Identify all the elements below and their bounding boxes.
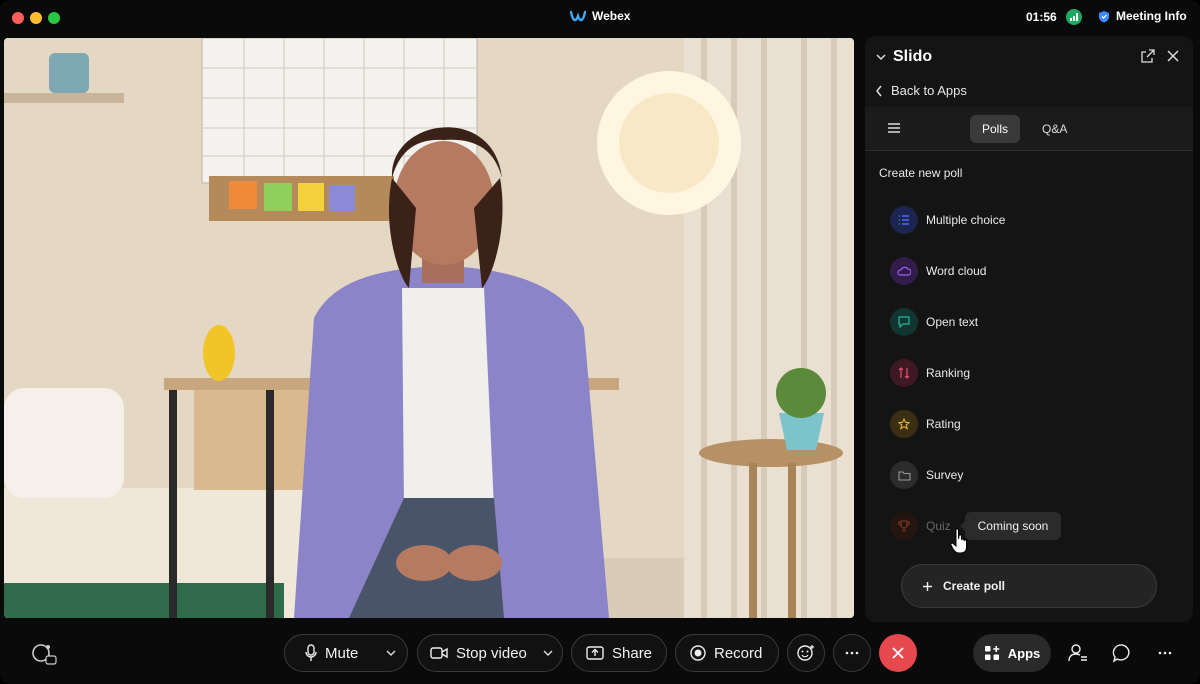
hand-cursor-icon <box>950 528 967 554</box>
participants-icon[interactable] <box>1068 643 1088 663</box>
status-icon[interactable] <box>30 642 58 671</box>
close-icon <box>892 647 904 659</box>
close-icon[interactable] <box>1166 49 1180 63</box>
record-label: Record <box>714 644 763 662</box>
mute-label: Mute <box>325 644 359 662</box>
share-button[interactable]: Share <box>571 634 667 672</box>
chat-icon <box>890 308 918 336</box>
poll-type-ranking[interactable]: Ranking <box>890 356 1170 390</box>
poll-type-rating[interactable]: Rating <box>890 407 1170 441</box>
webex-window: Webex 01:56 Meeting Info Slido Back to A… <box>0 0 1200 684</box>
apps-label: Apps <box>1007 645 1041 661</box>
minimize-window-button[interactable] <box>30 12 42 24</box>
poll-type-survey[interactable]: Survey <box>890 458 1170 492</box>
back-to-apps-label: Back to Apps <box>891 83 967 98</box>
poll-type-label: Survey <box>926 468 964 482</box>
poll-type-label: Ranking <box>926 366 971 380</box>
video-options-chevron-icon[interactable] <box>542 649 554 657</box>
share-screen-icon <box>586 646 604 660</box>
more-options-button[interactable] <box>833 634 871 672</box>
video-button-group: Stop video <box>417 634 563 672</box>
mute-button-group: Mute <box>284 634 408 672</box>
create-poll-heading: Create new poll <box>879 166 963 180</box>
stop-video-label: Stop video <box>456 644 527 662</box>
microphone-icon <box>305 644 317 661</box>
poll-type-label: Rating <box>926 417 961 431</box>
coming-soon-tooltip: Coming soon <box>960 512 1061 540</box>
video-camera-icon <box>430 647 448 659</box>
tab-qa[interactable]: Q&A <box>1030 115 1079 143</box>
stop-video-button[interactable]: Stop video <box>418 645 540 662</box>
maximize-window-button[interactable] <box>48 12 60 24</box>
tab-polls[interactable]: Polls <box>970 115 1021 143</box>
poll-type-multiple-choice[interactable]: Multiple choice <box>890 203 1170 237</box>
poll-type-open-text[interactable]: Open text <box>890 305 1170 339</box>
meeting-info-label: Meeting Info <box>1116 9 1187 23</box>
create-poll-button[interactable]: Create poll <box>901 564 1157 608</box>
trophy-icon <box>890 512 918 540</box>
poll-type-label: Open text <box>926 315 979 329</box>
webex-logo-icon <box>570 10 586 22</box>
mute-button[interactable]: Mute <box>285 644 381 662</box>
network-signal-icon[interactable] <box>1066 9 1082 25</box>
apps-grid-icon <box>984 646 999 660</box>
meeting-controls: Mute Stop video Share Record Apps <box>0 622 1200 684</box>
end-call-button[interactable] <box>879 634 917 672</box>
list-icon <box>890 206 918 234</box>
slido-tabs-bar: Polls Q&A <box>865 107 1193 151</box>
apps-button[interactable]: Apps <box>973 634 1051 672</box>
cloud-icon <box>890 257 918 285</box>
poll-type-label: Word cloud <box>926 264 987 278</box>
create-poll-label: Create poll <box>943 579 1006 593</box>
star-icon <box>890 410 918 438</box>
meeting-info-button[interactable]: Meeting Info <box>1098 9 1187 23</box>
app-title-text: Webex <box>592 9 631 23</box>
sort-icon <box>890 359 918 387</box>
chevron-down-icon[interactable] <box>875 52 887 62</box>
emoji-reaction-icon <box>797 645 814 661</box>
menu-icon[interactable] <box>887 122 901 134</box>
app-title: Webex <box>570 9 630 23</box>
slido-header: Slido Back to Apps <box>865 36 1193 106</box>
close-window-button[interactable] <box>12 12 24 24</box>
shield-icon <box>1099 10 1109 22</box>
folder-icon <box>890 461 918 489</box>
share-label: Share <box>612 644 653 662</box>
record-button[interactable]: Record <box>675 634 779 672</box>
chat-icon[interactable] <box>1112 643 1132 663</box>
participant-video <box>4 38 854 618</box>
record-icon <box>690 645 706 661</box>
poll-type-label: Quiz <box>926 519 951 533</box>
chevron-left-icon <box>876 85 882 96</box>
more-menu-icon[interactable] <box>1158 651 1172 655</box>
ellipsis-icon <box>845 651 859 655</box>
mute-options-chevron-icon[interactable] <box>385 649 397 657</box>
poll-type-label: Multiple choice <box>926 213 1006 227</box>
popout-icon[interactable] <box>1141 49 1155 63</box>
plus-icon <box>923 581 932 591</box>
reactions-button[interactable] <box>787 634 825 672</box>
slido-title: Slido <box>893 48 933 65</box>
title-bar: Webex 01:56 Meeting Info <box>0 0 1200 36</box>
back-to-apps-link[interactable]: Back to Apps <box>875 83 967 98</box>
meeting-timer: 01:56 <box>1026 10 1057 24</box>
poll-type-word-cloud[interactable]: Word cloud <box>890 254 1170 288</box>
